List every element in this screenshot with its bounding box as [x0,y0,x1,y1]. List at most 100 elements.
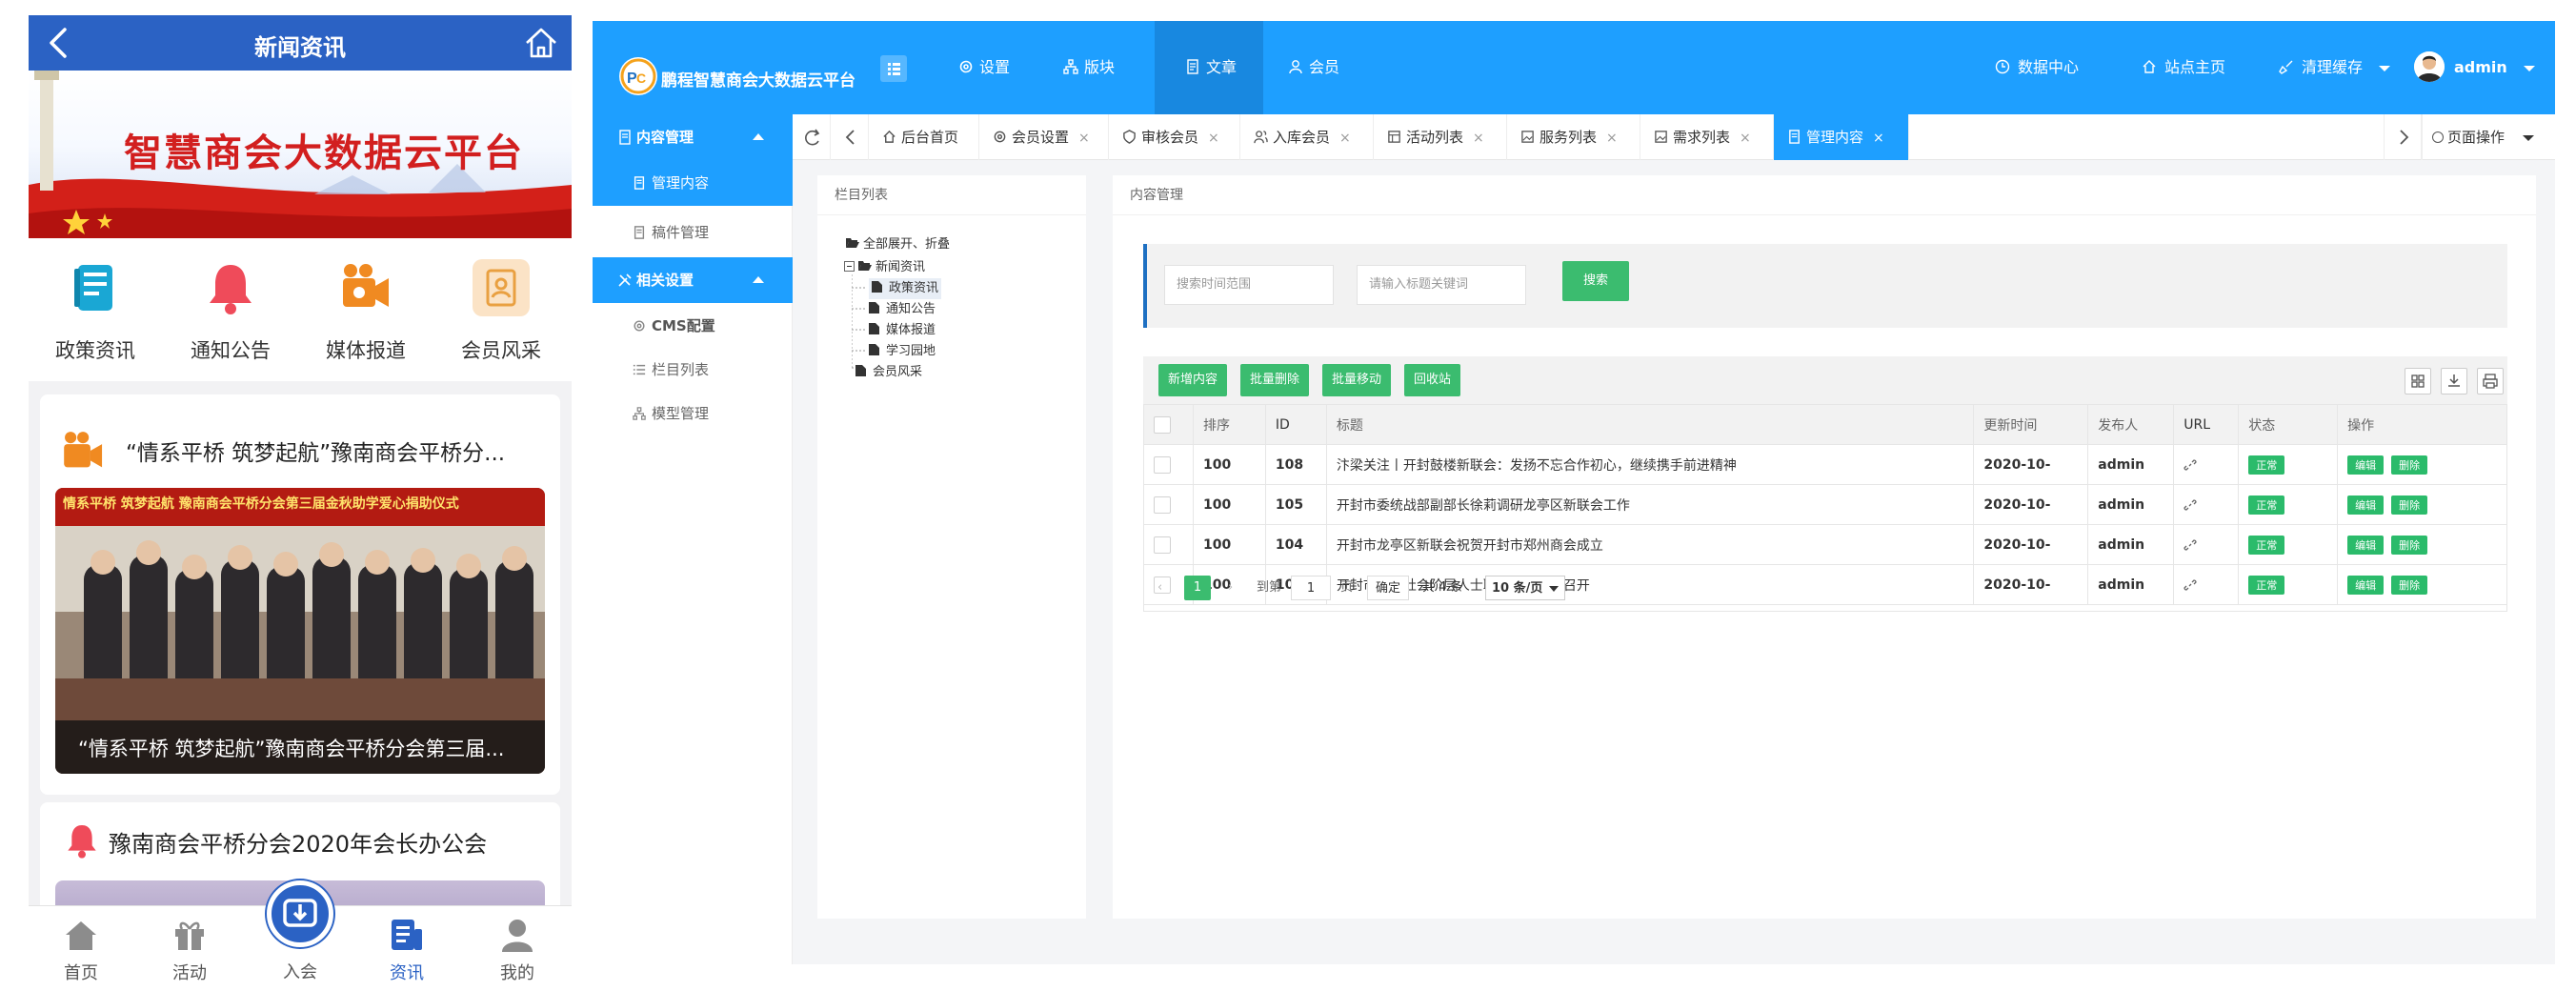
link-icon[interactable] [2173,524,2240,565]
tree-node-study[interactable]: 学习园地 [869,341,936,362]
sidebar-item-cms-config[interactable]: CMS配置 [593,303,793,349]
close-icon[interactable]: × [1473,131,1484,146]
confirm-button[interactable]: 确定 [1367,576,1409,600]
tab-news[interactable]: 资讯 [364,916,450,984]
cell-title[interactable]: 开封市龙亭区新联会祝贺开封市郑州商会成立 [1325,524,1975,565]
tab-demand-list[interactable]: 需求列表 × [1640,114,1774,160]
per-page-select[interactable]: 10 条/页 [1485,576,1565,600]
tab-review-members[interactable]: 审核会员 × [1109,114,1240,160]
table-row[interactable]: 100 108 汴梁关注丨开封鼓楼新联会：发扬不忘合作初心，继续携手前进精神 2… [1143,444,2507,485]
column-header[interactable]: URL [2173,404,2240,445]
close-icon[interactable]: × [1208,131,1219,146]
tab-activity[interactable]: 活动 [147,916,232,984]
delete-button[interactable]: 删除 [2391,535,2428,555]
link-icon[interactable] [2173,484,2240,525]
link-icon[interactable] [2173,444,2240,485]
chevron-left-icon[interactable] [831,114,869,160]
data-center-link[interactable]: 数据中心 [1995,21,2079,114]
nav-sections[interactable]: 版块 [1050,21,1115,114]
category-media[interactable]: 媒体报道 [299,259,433,364]
close-icon[interactable]: × [1339,131,1351,146]
tab-label: 活动 [172,963,207,983]
select-all-checkbox[interactable] [1143,404,1194,445]
time-range-input[interactable]: 搜索时间范围 [1164,265,1334,305]
tab-activity-list[interactable]: 活动列表 × [1374,114,1507,160]
edit-button[interactable]: 编辑 [2347,535,2385,555]
chevron-left-icon[interactable]: ‹ [1157,576,1162,600]
nav-members[interactable]: 会员 [1275,21,1339,114]
category-notice[interactable]: 通知公告 [164,259,297,364]
sidebar-item-drafts[interactable]: 稿件管理 [593,210,793,255]
page-operations-menu[interactable]: 页面操作 [2422,114,2555,160]
chevron-right-icon[interactable]: › [1228,576,1233,600]
tree-toggle-all[interactable]: 全部展开、折叠 [846,234,950,255]
cell-title[interactable]: 开封市委统战部副部长徐莉调研龙亭区新联会工作 [1325,484,1975,525]
sidebar-item-columns[interactable]: 栏目列表 [593,347,793,393]
site-home-link[interactable]: 站点主页 [2142,21,2225,114]
news-card[interactable]: “情系平桥 筑梦起航”豫南商会平桥分... 情系平桥 筑梦起航 豫南商会平桥分会… [40,394,560,795]
tab-service-list[interactable]: 服务列表 × [1507,114,1640,160]
close-icon[interactable]: × [1606,131,1618,146]
category-members[interactable]: 会员风采 [434,259,568,364]
close-icon[interactable]: × [1078,131,1090,146]
table-row[interactable]: 100 105 开封市委统战部副部长徐莉调研龙亭区新联会工作 2020-10- … [1143,484,2507,525]
nav-settings[interactable]: 设置 [945,21,1010,114]
tree-node-notice[interactable]: 通知公告 [869,299,936,320]
export-icon[interactable] [2441,368,2467,394]
page-number-input[interactable]: 1 [1291,576,1331,600]
column-header[interactable]: 更新时间 [1973,404,2089,445]
delete-button[interactable]: 删除 [2391,455,2428,475]
news-photo[interactable]: 情系平桥 筑梦起航 豫南商会平桥分会第三届金秋助学爱心捐助仪式 “情系平桥 筑梦… [55,488,545,774]
row-checkbox[interactable] [1143,444,1194,485]
join-button[interactable] [267,880,333,947]
tab-dashboard[interactable]: 后台首页 [869,114,979,160]
refresh-icon[interactable] [793,114,831,160]
column-header[interactable]: 操作 [2337,404,2507,445]
tab-member-settings[interactable]: 会员设置 × [979,114,1109,160]
chevron-right-icon[interactable] [2384,114,2422,160]
column-header[interactable]: 排序 [1192,404,1266,445]
sidebar-group-content[interactable]: 内容管理 [593,114,793,160]
columns-filter-icon[interactable] [2405,368,2431,394]
tab-manage-content[interactable]: 管理内容 × [1774,114,1909,160]
batch-move-button[interactable]: 批量移动 [1322,364,1392,396]
tree-node-members[interactable]: 会员风采 [855,362,922,383]
batch-delete-button[interactable]: 批量删除 [1240,364,1310,396]
edit-button[interactable]: 编辑 [2347,495,2385,515]
column-header[interactable]: 状态 [2238,404,2339,445]
category-policy[interactable]: 政策资讯 [29,259,162,364]
sidebar-item-models[interactable]: 模型管理 [593,391,793,436]
menu-toggle-icon[interactable] [880,55,907,82]
tree-node-policy[interactable]: 政策资讯 [869,278,942,299]
cell-time: 2020-10- [1973,484,2089,525]
user-menu[interactable]: admin [2431,21,2536,114]
column-header[interactable]: 标题 [1325,404,1975,445]
search-button[interactable]: 搜索 [1562,261,1629,301]
close-icon[interactable]: × [1740,131,1751,146]
column-header[interactable]: 发布人 [2087,404,2175,445]
table-row[interactable]: 100 104 开封市龙亭区新联会祝贺开封市郑州商会成立 2020-10- ad… [1143,524,2507,565]
chevron-down-icon [2524,65,2536,71]
tab-home[interactable]: 首页 [38,916,124,984]
home-icon[interactable] [522,24,560,62]
nav-articles[interactable]: 文章 [1155,21,1263,114]
page-current[interactable]: 1 [1184,576,1211,600]
sidebar-item-manage-content[interactable]: 管理内容 [593,160,793,206]
column-header[interactable]: ID [1264,404,1327,445]
tab-mine[interactable]: 我的 [474,916,560,984]
print-icon[interactable] [2477,368,2504,394]
right-label: 清理缓存 [2302,58,2364,76]
clear-cache-menu[interactable]: 清理缓存 [2279,21,2391,114]
sidebar-group-settings[interactable]: 相关设置 [593,257,793,303]
recycle-bin-button[interactable]: 回收站 [1404,364,1461,396]
cell-title[interactable]: 汴梁关注丨开封鼓楼新联会：发扬不忘合作初心，继续携手前进精神 [1325,444,1975,485]
delete-button[interactable]: 删除 [2391,495,2428,515]
tree-node-media[interactable]: 媒体报道 [869,320,936,341]
close-icon[interactable]: × [1873,131,1884,146]
row-checkbox[interactable] [1143,484,1194,525]
row-checkbox[interactable] [1143,524,1194,565]
add-content-button[interactable]: 新增内容 [1158,364,1228,396]
edit-button[interactable]: 编辑 [2347,455,2385,475]
keyword-input[interactable]: 请输入标题关键词 [1357,265,1526,305]
tab-stored-members[interactable]: 入库会员 × [1240,114,1374,160]
